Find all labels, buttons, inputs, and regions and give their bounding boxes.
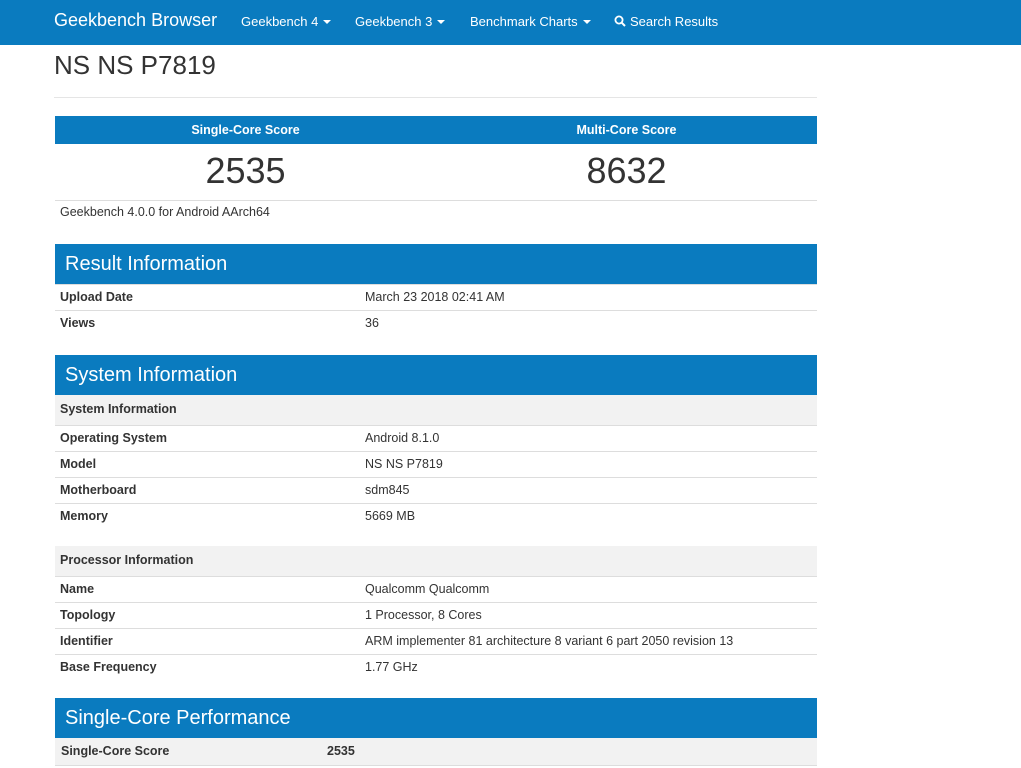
- table-row: Views 36: [55, 310, 817, 336]
- nav-search-label: Search Results: [630, 14, 719, 29]
- score-header: Single-Core Score Multi-Core Score: [55, 116, 817, 144]
- row-key: Views: [60, 316, 96, 330]
- single-core-performance-header: Single-Core Performance: [55, 698, 817, 738]
- single-core-score-value: 2535: [205, 150, 286, 191]
- nav-geekbench3-label: Geekbench 3: [355, 14, 433, 29]
- top-navbar: Geekbench Browser Geekbench 4 Geekbench …: [0, 0, 1021, 45]
- table-row: Operating System Android 8.1.0: [55, 425, 817, 451]
- nav-geekbench4-label: Geekbench 4: [241, 14, 319, 29]
- table-row: Memory 5669 MB: [55, 503, 817, 529]
- caret-down-icon: [437, 20, 446, 24]
- nav-geekbench4-dropdown[interactable]: Geekbench 4: [241, 14, 332, 29]
- row-key: Motherboard: [60, 483, 137, 497]
- multi-core-score-label: Multi-Core Score: [576, 123, 677, 137]
- perf-score-label: Single-Core Score: [61, 744, 170, 758]
- system-information-subheader: System Information: [55, 395, 817, 425]
- result-information-heading: Result Information: [65, 253, 228, 275]
- score-divider: [55, 200, 817, 201]
- geekbench-version: Geekbench 4.0.0 for Android AArch64: [60, 205, 270, 219]
- caret-down-icon: [582, 20, 591, 24]
- table-row: Motherboard sdm845: [55, 477, 817, 503]
- caret-down-icon: [323, 20, 332, 24]
- table-row: Base Frequency 1.77 GHz: [55, 654, 817, 680]
- row-value: March 23 2018 02:41 AM: [365, 290, 505, 304]
- system-information-heading: System Information: [65, 364, 238, 386]
- row-key: Operating System: [60, 431, 167, 445]
- search-icon: [614, 15, 626, 27]
- perf-score-value: 2535: [327, 744, 355, 758]
- system-information-header: System Information: [55, 355, 817, 395]
- row-value: 36: [365, 316, 379, 330]
- table-row: Topology 1 Processor, 8 Cores: [55, 602, 817, 628]
- single-core-score-label: Single-Core Score: [191, 123, 300, 137]
- row-value: 1 Processor, 8 Cores: [365, 608, 482, 622]
- row-value: Qualcomm Qualcomm: [365, 582, 490, 596]
- nav-search-results-link[interactable]: Search Results: [614, 14, 718, 29]
- row-value: Android 8.1.0: [365, 431, 440, 445]
- row-key: Upload Date: [60, 290, 133, 304]
- nav-benchmark-charts-label: Benchmark Charts: [470, 14, 578, 29]
- table-row: Model NS NS P7819: [55, 451, 817, 477]
- table-row: Identifier ARM implementer 81 architectu…: [55, 628, 817, 654]
- row-value: sdm845: [365, 483, 410, 497]
- row-key: Topology: [60, 608, 116, 622]
- row-key: Memory: [60, 509, 108, 523]
- row-key: Base Frequency: [60, 660, 157, 674]
- table-row: Upload Date March 23 2018 02:41 AM: [55, 284, 817, 310]
- system-information-subheading: System Information: [60, 402, 177, 416]
- row-value: 1.77 GHz: [365, 660, 418, 674]
- single-core-performance-heading: Single-Core Performance: [65, 707, 291, 729]
- nav-geekbench3-dropdown[interactable]: Geekbench 3: [355, 14, 446, 29]
- table-row: Name Qualcomm Qualcomm: [55, 576, 817, 602]
- processor-information-subheading: Processor Information: [60, 553, 194, 567]
- row-key: Model: [60, 457, 97, 471]
- row-key: Identifier: [60, 634, 113, 648]
- processor-information-subheader: Processor Information: [55, 546, 817, 576]
- result-information-header: Result Information: [55, 244, 817, 284]
- single-core-score-row: Single-Core Score 2535: [55, 738, 817, 766]
- row-value: 5669 MB: [365, 509, 416, 523]
- page-title: NS NS P7819: [54, 50, 216, 80]
- row-value: ARM implementer 81 architecture 8 varian…: [365, 634, 734, 648]
- row-key: Name: [60, 582, 95, 596]
- multi-core-score-value: 8632: [586, 150, 667, 191]
- nav-benchmark-charts-dropdown[interactable]: Benchmark Charts: [470, 14, 591, 29]
- row-value: NS NS P7819: [365, 457, 443, 471]
- brand-logo-link[interactable]: Geekbench Browser: [54, 10, 217, 31]
- title-divider: [54, 97, 817, 98]
